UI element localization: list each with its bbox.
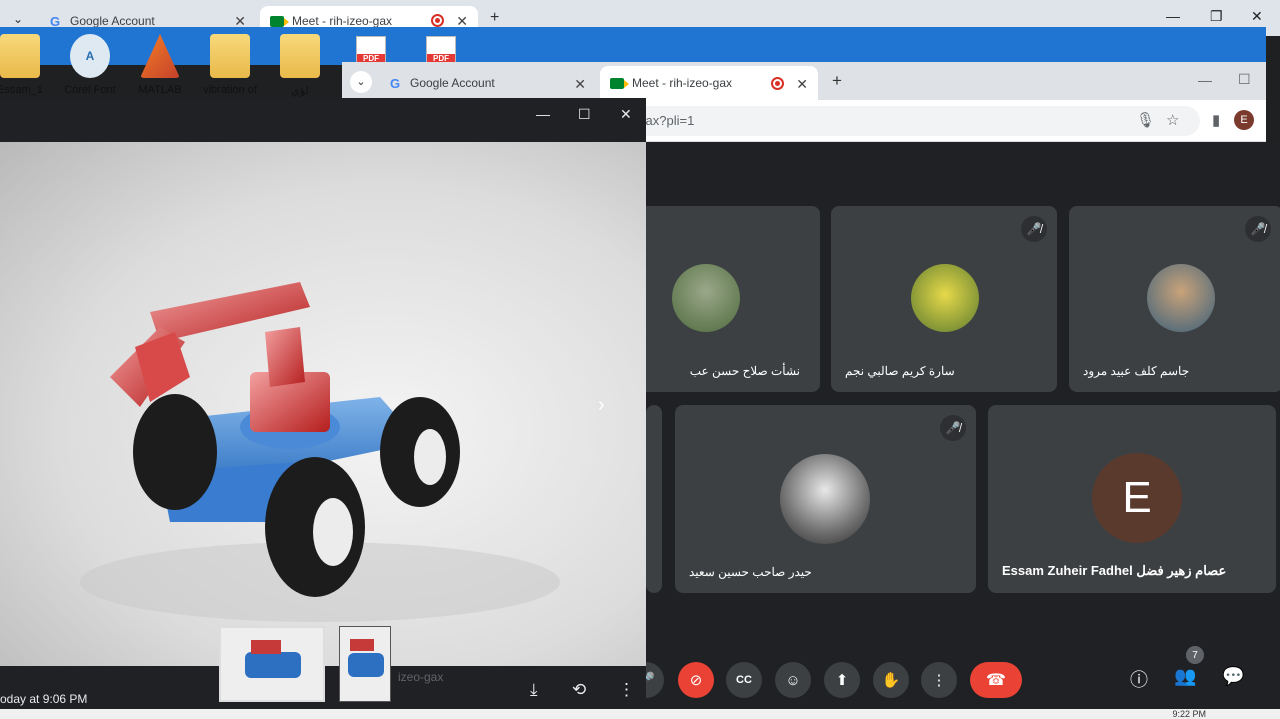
corel-font-icon: A: [70, 34, 110, 78]
participant-tile[interactable]: 🎤̸ جاسم كلف عبيد مرود: [1069, 206, 1280, 392]
robot-car-render-image: ›: [0, 142, 646, 666]
bookmark-star-icon[interactable]: ☆: [1166, 111, 1179, 129]
participant-tile[interactable]: نشأت صلاح حسن عب: [626, 206, 820, 392]
viewer-titlebar: — ☐ ✕: [0, 98, 646, 142]
participant-tile-partial[interactable]: [646, 405, 662, 593]
present-screen-button[interactable]: ⬆: [824, 662, 860, 698]
recording-icon: [431, 14, 444, 27]
message-timestamp: oday at 9:06 PM: [0, 692, 88, 706]
maximize-button[interactable]: ☐: [1238, 71, 1251, 88]
captions-button[interactable]: CC: [726, 662, 762, 698]
inner-tab-google-account[interactable]: G Google Account ✕: [378, 66, 596, 100]
desktop-icon-label: لؤي: [291, 85, 309, 97]
matlab-icon: [140, 34, 180, 78]
meet-controls-bar: 🎤 ⊘ CC ☺ ⬆ ✋ ⋮ ☎ ⓘ 👥 7 💬: [628, 646, 1280, 704]
participant-initial-avatar: E: [1092, 453, 1182, 543]
new-tab-button[interactable]: +: [832, 71, 842, 91]
close-window-button[interactable]: ✕: [620, 106, 632, 123]
inner-tab-meet[interactable]: Meet - rih-izeo-gax ✕: [600, 66, 818, 100]
desktop-icon-label: MATLAB: [138, 84, 182, 96]
participant-photo: [1147, 264, 1215, 332]
people-icon[interactable]: 👥: [1174, 666, 1196, 687]
participant-name: حيدر صاحب حسين سعيد: [689, 565, 812, 579]
folder-icon: [280, 34, 320, 78]
tab-title: Google Account: [70, 14, 155, 28]
chat-icon[interactable]: 💬: [1222, 666, 1244, 687]
tab-search-button[interactable]: ⌄: [350, 71, 372, 93]
thumbnail-robot: [348, 653, 384, 677]
meeting-info-icon[interactable]: ⓘ: [1130, 666, 1148, 692]
inner-browser-tabbar: ⌄ G Google Account ✕ Meet - rih-izeo-gax…: [342, 62, 1266, 100]
thumbnail-arm: [251, 640, 281, 654]
microphone-icon[interactable]: 🎙: [1136, 111, 1155, 129]
google-icon: G: [389, 75, 401, 91]
robot-car-illustration: [80, 282, 560, 622]
participant-name: سارة كريم صالبي نجم: [845, 364, 955, 378]
meet-icon: [610, 76, 629, 90]
participant-photo: [780, 454, 870, 544]
participant-tile[interactable]: 🎤̸ حيدر صاحب حسين سعيد: [675, 405, 976, 593]
participant-photo: [911, 264, 979, 332]
more-vert-icon[interactable]: ⋮: [618, 680, 635, 700]
desktop-icon-essam[interactable]: Essam_1: [0, 34, 56, 96]
side-panel-icon[interactable]: ▮: [1212, 111, 1220, 129]
recording-icon: [771, 77, 784, 90]
desktop-icon-label: vibration of: [203, 84, 257, 96]
google-icon: G: [49, 13, 61, 29]
tab-title: Google Account: [410, 76, 495, 90]
image-thumbnail-selected[interactable]: [219, 626, 325, 702]
rotate-icon[interactable]: ⟲: [572, 680, 586, 700]
participant-name: Essam Zuheir Fadhel عصام زهير فضل: [1002, 563, 1227, 578]
user-folder-icon: [0, 34, 40, 78]
taskbar-clock: 9:22 PM: [1172, 709, 1206, 719]
new-tab-button[interactable]: +: [490, 9, 499, 27]
close-icon[interactable]: ✕: [796, 76, 808, 93]
mic-off-icon: 🎤̸: [940, 415, 966, 441]
restore-button[interactable]: ❐: [1210, 8, 1223, 25]
mic-off-icon: 🎤̸: [1245, 216, 1271, 242]
tab-search-button[interactable]: ⌄: [8, 9, 28, 29]
minimize-button[interactable]: —: [1198, 72, 1212, 88]
tab-title: Meet - rih-izeo-gax: [292, 14, 393, 28]
minimize-button[interactable]: —: [536, 106, 550, 122]
maximize-button[interactable]: ☐: [578, 106, 591, 123]
more-options-button[interactable]: ⋮: [921, 662, 957, 698]
camera-off-button[interactable]: ⊘: [678, 662, 714, 698]
meet-icon: [270, 14, 289, 28]
participant-photo: [672, 264, 740, 332]
close-icon[interactable]: ✕: [574, 76, 586, 93]
desktop-icon-corel-font[interactable]: A Corel Font: [54, 34, 126, 96]
tab-title: Meet - rih-izeo-gax: [632, 76, 733, 90]
leave-call-button[interactable]: ☎: [970, 662, 1022, 698]
image-thumbnail[interactable]: [339, 626, 391, 702]
thumbnail-arm: [350, 639, 374, 651]
raise-hand-button[interactable]: ✋: [873, 662, 909, 698]
desktop-icon-vibration[interactable]: vibration of: [194, 34, 266, 96]
emoji-button[interactable]: ☺: [775, 662, 811, 698]
desktop-icon-matlab[interactable]: MATLAB: [124, 34, 196, 96]
desktop-icon-label: Essam_1: [0, 84, 43, 96]
overlay-meeting-code: izeo-gax: [398, 670, 444, 684]
next-image-chevron-icon[interactable]: ›: [598, 394, 605, 417]
image-viewer-popup: — ☐ ✕ › oday at 9:06 PM izeo-gax ⤓ ⟲ ⋮: [0, 98, 646, 719]
close-window-button[interactable]: ✕: [1251, 8, 1263, 25]
participant-tile-self[interactable]: E Essam Zuheir Fadhel عصام زهير فضل: [988, 405, 1276, 593]
desktop-icon-folder-arabic[interactable]: لؤي: [264, 34, 336, 97]
desktop-icon-label: Corel Font: [64, 84, 116, 96]
participant-name: جاسم كلف عبيد مرود: [1083, 364, 1190, 378]
windows-taskbar: 9:22 PM: [0, 709, 1280, 719]
download-icon[interactable]: ⤓: [530, 680, 538, 700]
participant-name: نشأت صلاح حسن عب: [689, 364, 800, 378]
minimize-button[interactable]: —: [1166, 8, 1180, 24]
profile-avatar[interactable]: E: [1234, 110, 1254, 130]
participant-tile[interactable]: 🎤̸ سارة كريم صالبي نجم: [831, 206, 1057, 392]
participant-count-badge: 7: [1186, 646, 1204, 664]
thumbnail-robot: [245, 652, 301, 678]
meet-stage: نشأت صلاح حسن عب 🎤̸ سارة كريم صالبي نجم …: [596, 142, 1280, 719]
folder-icon: [210, 34, 250, 78]
mic-off-icon: 🎤̸: [1021, 216, 1047, 242]
